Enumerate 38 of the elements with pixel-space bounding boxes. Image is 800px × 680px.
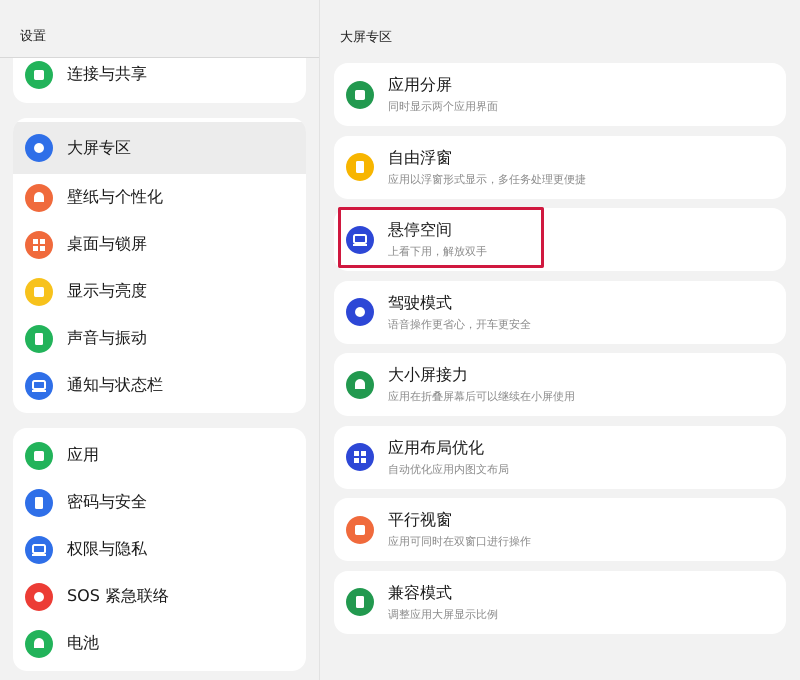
feature-description: 应用可同时在双窗口进行操作	[388, 534, 531, 549]
sidebar-item[interactable]: 通知与状态栏	[13, 362, 306, 409]
feature-card[interactable]: 兼容模式 调整应用大屏显示比例	[334, 570, 786, 634]
feature-card[interactable]: 自由浮窗 应用以浮窗形式显示，多任务处理更便捷	[334, 136, 786, 198]
feature-title: 应用分屏	[388, 75, 453, 96]
sidebar-item[interactable]: 壁纸与个性化	[13, 174, 306, 221]
sidebar-item[interactable]: 应用	[13, 432, 306, 479]
feature-card[interactable]: 驾驶模式 语音操作更省心，开车更安全	[334, 280, 786, 344]
feature-description: 应用在折叠屏幕后可以继续在小屏使用	[388, 389, 575, 404]
sidebar-item[interactable]: 电池	[13, 620, 306, 667]
feature-card[interactable]: 悬停空间 上看下用，解放双手	[334, 208, 786, 271]
feature-description: 同时显示两个应用界面	[388, 99, 498, 114]
sidebar-item[interactable]: 显示与亮度	[13, 268, 306, 315]
feature-title: 驾驶模式	[388, 292, 453, 314]
feature-title: 应用布局优化	[388, 438, 485, 458]
sidebar-item[interactable]: SOS 紧急联络	[13, 573, 306, 620]
sidebar-item[interactable]: 桌面与锁屏	[13, 221, 306, 268]
feature-title: 兼容模式	[388, 582, 453, 604]
feature-title: 平行视窗	[388, 510, 453, 531]
feature-title: 大小屏接力	[388, 365, 469, 386]
sidebar-item[interactable]: 连接与共享	[13, 58, 306, 91]
sidebar-title: 设置	[20, 28, 46, 45]
feature-description: 语音操作更省心，开车更安全	[388, 316, 531, 332]
feature-title: 自由浮窗	[388, 148, 453, 168]
sidebar-item[interactable]: 声音与振动	[13, 315, 306, 362]
page-title: 大屏专区	[340, 29, 392, 46]
sidebar-item[interactable]: 大屏专区	[13, 122, 306, 174]
feature-description: 上看下用，解放双手	[388, 244, 487, 259]
feature-card[interactable]: 平行视窗 应用可同时在双窗口进行操作	[334, 498, 786, 561]
sidebar-item[interactable]: 权限与隐私	[13, 526, 306, 573]
feature-card[interactable]: 应用分屏 同时显示两个应用界面	[334, 63, 786, 126]
feature-description: 自动优化应用内图文布局	[388, 462, 509, 476]
feature-title: 悬停空间	[388, 220, 453, 241]
feature-card[interactable]: 应用布局优化 自动优化应用内图文布局	[334, 426, 786, 488]
sidebar-item[interactable]: 密码与安全	[13, 479, 306, 526]
feature-description: 应用以浮窗形式显示，多任务处理更便捷	[388, 172, 586, 186]
feature-card[interactable]: 大小屏接力 应用在折叠屏幕后可以继续在小屏使用	[334, 353, 786, 416]
feature-description: 调整应用大屏显示比例	[388, 606, 498, 622]
